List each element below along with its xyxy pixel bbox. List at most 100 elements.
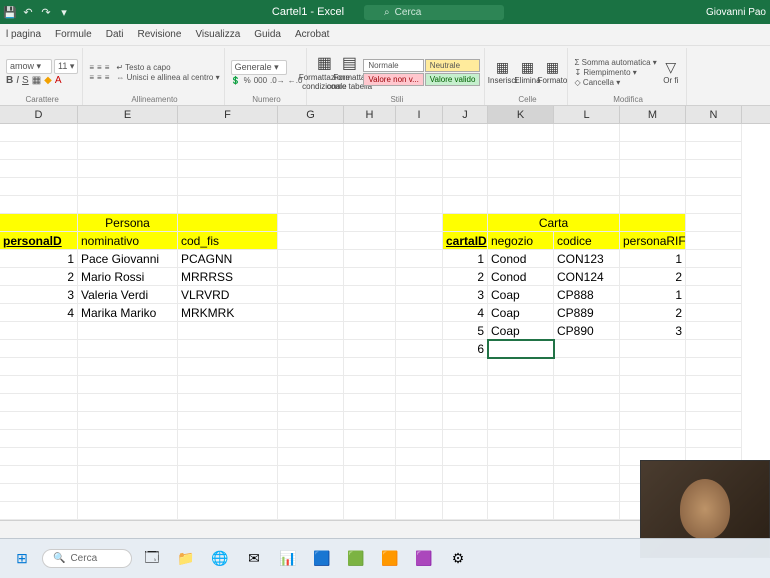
- col-header-G[interactable]: G: [278, 106, 344, 123]
- cell[interactable]: [686, 214, 742, 232]
- cell[interactable]: [344, 196, 396, 214]
- cell[interactable]: [554, 340, 620, 358]
- cell[interactable]: [443, 412, 488, 430]
- cell[interactable]: [443, 484, 488, 502]
- persona-header-id[interactable]: personalD: [0, 232, 78, 250]
- cell[interactable]: [620, 412, 686, 430]
- cell[interactable]: [488, 430, 554, 448]
- currency-icon[interactable]: 💲: [231, 76, 241, 85]
- col-header-F[interactable]: F: [178, 106, 278, 123]
- cell[interactable]: [0, 142, 78, 160]
- persona-id[interactable]: 1: [0, 250, 78, 268]
- cell[interactable]: [488, 358, 554, 376]
- cell[interactable]: [396, 502, 443, 520]
- col-header-D[interactable]: D: [0, 106, 78, 123]
- cell[interactable]: [278, 340, 344, 358]
- fill-button[interactable]: ↧ Riempimento ▾: [574, 68, 656, 77]
- col-header-E[interactable]: E: [78, 106, 178, 123]
- cell[interactable]: [686, 322, 742, 340]
- cell[interactable]: [278, 304, 344, 322]
- cell[interactable]: [443, 178, 488, 196]
- cell[interactable]: [396, 214, 443, 232]
- cell[interactable]: [620, 124, 686, 142]
- cell[interactable]: [344, 160, 396, 178]
- italic-button[interactable]: I: [16, 75, 19, 86]
- border-button[interactable]: ▦: [32, 75, 41, 86]
- start-button[interactable]: ⊞: [8, 545, 36, 573]
- cell[interactable]: [443, 358, 488, 376]
- col-header-J[interactable]: J: [443, 106, 488, 123]
- font-size-dropdown[interactable]: 11 ▾: [54, 59, 78, 74]
- cell[interactable]: [78, 502, 178, 520]
- cell[interactable]: [344, 124, 396, 142]
- format-as-table-button[interactable]: ▤ Formatta come tabella: [338, 61, 360, 83]
- cell[interactable]: [488, 466, 554, 484]
- task-icon-4[interactable]: ✉: [240, 545, 268, 573]
- cell[interactable]: [344, 502, 396, 520]
- cell[interactable]: [78, 142, 178, 160]
- col-header-M[interactable]: M: [620, 106, 686, 123]
- cell[interactable]: [686, 250, 742, 268]
- cell[interactable]: [344, 340, 396, 358]
- cell[interactable]: [396, 430, 443, 448]
- fill-color-button[interactable]: ◆: [44, 75, 52, 86]
- cell[interactable]: [278, 286, 344, 304]
- cell[interactable]: [78, 178, 178, 196]
- cell[interactable]: [554, 178, 620, 196]
- cell[interactable]: [278, 448, 344, 466]
- cell[interactable]: [0, 196, 78, 214]
- style-normal[interactable]: Normale: [363, 59, 423, 72]
- cell[interactable]: [686, 142, 742, 160]
- task-icon-9[interactable]: 🟪: [410, 545, 438, 573]
- cell[interactable]: [396, 322, 443, 340]
- tab-5[interactable]: Guida: [254, 29, 281, 40]
- style-bad[interactable]: Valore non v...: [363, 73, 423, 86]
- cell[interactable]: [443, 448, 488, 466]
- cell[interactable]: [344, 142, 396, 160]
- cell[interactable]: [396, 250, 443, 268]
- cell[interactable]: [554, 412, 620, 430]
- cell[interactable]: [396, 466, 443, 484]
- cell[interactable]: [396, 394, 443, 412]
- col-header-K[interactable]: K: [488, 106, 554, 123]
- align-left-icon[interactable]: ≡: [89, 73, 94, 82]
- carta-codice[interactable]: CON124: [554, 268, 620, 286]
- cell[interactable]: [178, 340, 278, 358]
- carta-header-rif[interactable]: personaRIF: [620, 232, 686, 250]
- cell[interactable]: [78, 466, 178, 484]
- persona-nome[interactable]: Mario Rossi: [78, 268, 178, 286]
- cell[interactable]: [344, 484, 396, 502]
- cell[interactable]: [620, 160, 686, 178]
- cell[interactable]: [396, 340, 443, 358]
- col-header-N[interactable]: N: [686, 106, 742, 123]
- cell[interactable]: [78, 340, 178, 358]
- taskbar-search[interactable]: 🔍 Cerca: [42, 549, 132, 568]
- carta-header-codice[interactable]: codice: [554, 232, 620, 250]
- persona-header-cf[interactable]: cod_fis: [178, 232, 278, 250]
- cell[interactable]: [78, 160, 178, 178]
- cell[interactable]: [554, 484, 620, 502]
- cell[interactable]: [78, 376, 178, 394]
- cell[interactable]: [554, 502, 620, 520]
- cell[interactable]: [278, 178, 344, 196]
- merge-center-button[interactable]: ⇔ Unisci e allinea al centro ▾: [116, 73, 219, 82]
- col-header-L[interactable]: L: [554, 106, 620, 123]
- cell[interactable]: [396, 484, 443, 502]
- cell[interactable]: [278, 142, 344, 160]
- cell[interactable]: [344, 394, 396, 412]
- carta-id-next[interactable]: 6: [443, 340, 488, 358]
- cell[interactable]: [178, 178, 278, 196]
- cell[interactable]: [178, 142, 278, 160]
- cell[interactable]: [443, 502, 488, 520]
- col-header-H[interactable]: H: [344, 106, 396, 123]
- cell[interactable]: [178, 448, 278, 466]
- cell[interactable]: [178, 196, 278, 214]
- search-box[interactable]: ⌕ Cerca: [364, 5, 504, 20]
- align-top-icon[interactable]: ≡: [89, 63, 94, 72]
- cell[interactable]: [344, 358, 396, 376]
- cell[interactable]: [344, 322, 396, 340]
- style-neutral[interactable]: Neutrale: [425, 59, 481, 72]
- tab-3[interactable]: Revisione: [138, 29, 182, 40]
- persona-cf[interactable]: MRKMRK: [178, 304, 278, 322]
- cell[interactable]: [396, 142, 443, 160]
